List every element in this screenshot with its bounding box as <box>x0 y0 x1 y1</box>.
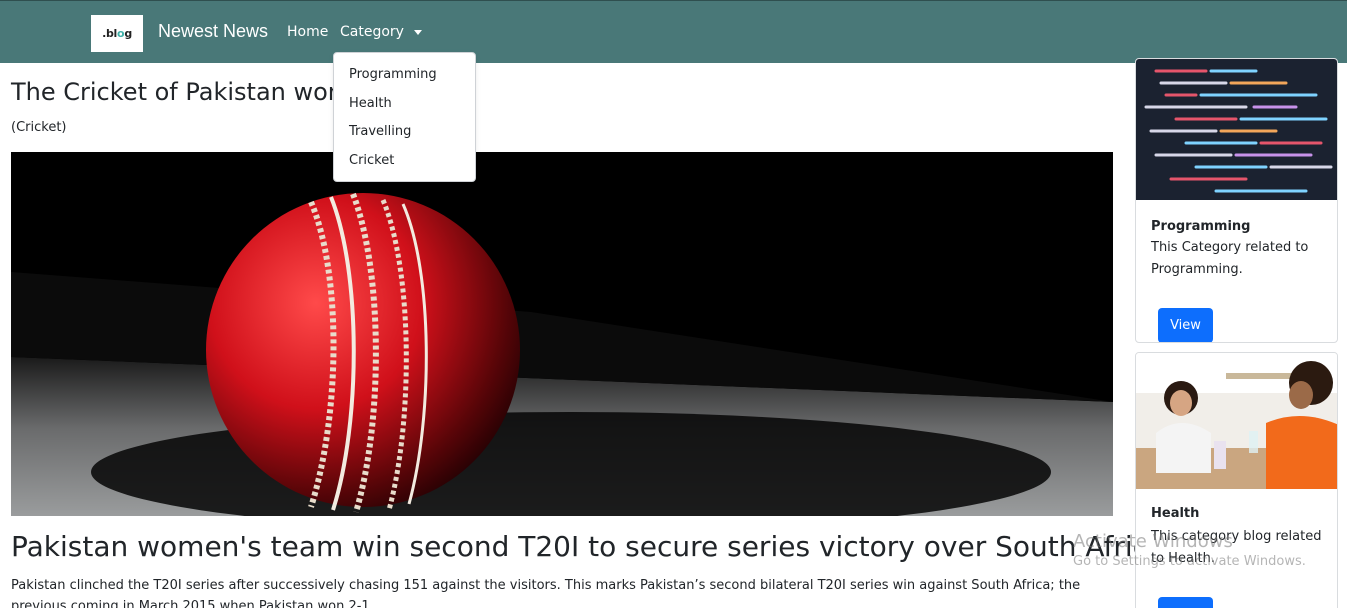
logo-text-end: g <box>124 27 132 40</box>
article-heading: Pakistan women's team win second T20I to… <box>11 530 1175 563</box>
caret-down-icon <box>413 29 422 35</box>
logo-text-o: o <box>117 27 125 40</box>
programming-code-image <box>1136 59 1337 200</box>
dropdown-item-cricket[interactable]: Cricket <box>334 153 475 182</box>
card-title: Health <box>1151 506 1200 521</box>
category-card-programming: Programming This Category related to Pro… <box>1135 58 1338 343</box>
nav-home-link[interactable]: Home <box>287 24 328 40</box>
dropdown-item-programming[interactable]: Programming <box>334 67 475 96</box>
nav-category-label: Category <box>340 24 404 40</box>
dropdown-item-health[interactable]: Health <box>334 96 475 125</box>
logo-text: .bl <box>102 27 118 40</box>
health-people-image <box>1136 353 1337 489</box>
category-dropdown-menu: Programming Health Travelling Cricket <box>333 52 476 182</box>
post-title: The Cricket of Pakistan women <box>11 78 382 106</box>
view-health-button[interactable]: View <box>1158 597 1213 608</box>
nav-category-dropdown-toggle[interactable]: Category <box>340 24 422 40</box>
brand-logo[interactable]: .bl o g <box>91 15 143 52</box>
card-text: This category blog related to Health. <box>1151 529 1322 566</box>
cricket-ball-photo <box>11 152 1113 516</box>
article-body: Pakistan clinched the T20I series after … <box>11 578 1081 608</box>
post-category: (Cricket) <box>11 120 67 135</box>
card-text: This Category related to Programming. <box>1151 240 1309 277</box>
brand-name-link[interactable]: Newest News <box>158 21 268 42</box>
view-programming-button[interactable]: View <box>1158 308 1213 342</box>
dropdown-item-travelling[interactable]: Travelling <box>334 124 475 153</box>
hero-image-cricket-ball <box>11 152 1113 516</box>
category-card-health: Health This category blog related to Hea… <box>1135 352 1338 608</box>
navbar: .bl o g Newest News Home Category <box>0 0 1347 63</box>
card-title: Programming <box>1151 219 1251 234</box>
